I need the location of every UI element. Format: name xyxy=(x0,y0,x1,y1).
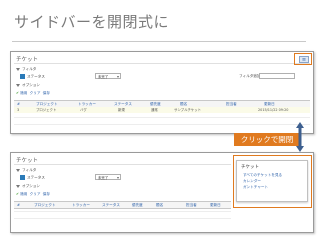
table-header: # プロジェクト トラッカー ステータス 優先度 題名 担当者 更新日 xyxy=(14,201,231,209)
save-link[interactable]: 保存 xyxy=(43,192,50,196)
screenshot-sidebar-closed: チケット ≡ フィルタ ステータス 未完了 フィルタ追加 オプション ✔ 適用 … xyxy=(10,51,314,134)
clear-link[interactable]: クリア xyxy=(30,192,41,196)
expand-icon xyxy=(16,184,20,188)
clear-link[interactable]: クリア xyxy=(30,91,41,95)
cell-project: プロジェクト xyxy=(36,108,57,112)
expand-icon xyxy=(16,168,20,172)
divider xyxy=(14,218,231,219)
column-header[interactable]: 優先度 xyxy=(132,202,143,208)
slide-title: サイドバーを開閉式に xyxy=(14,13,170,31)
double-arrow-icon xyxy=(296,122,304,152)
cell-subject: サンプルチケット xyxy=(174,108,202,112)
query-actions: ✔ 適用 クリア 保存 xyxy=(16,91,50,96)
divider xyxy=(14,211,231,212)
options-toggle[interactable]: オプション xyxy=(16,83,40,88)
cell-id: 3 xyxy=(17,108,20,112)
expand-icon xyxy=(16,83,20,87)
title-divider xyxy=(12,41,306,42)
status-label: ステータス xyxy=(27,74,45,79)
status-checkbox[interactable] xyxy=(20,74,25,79)
divider xyxy=(14,124,310,125)
column-header[interactable]: 題名 xyxy=(156,202,163,208)
save-link[interactable]: 保存 xyxy=(43,91,50,95)
options-label: オプション xyxy=(22,83,40,87)
status-operator-select[interactable]: 未完了 xyxy=(95,73,121,80)
status-operator-value: 未完了 xyxy=(98,75,109,79)
toggle-highlight xyxy=(294,53,312,65)
column-header[interactable]: 更新日 xyxy=(210,202,221,208)
heading-divider xyxy=(14,164,231,165)
callout-label: クリックで開閉 xyxy=(234,133,300,146)
column-header[interactable]: # xyxy=(17,202,20,208)
column-header[interactable]: 担当者 xyxy=(186,202,197,208)
filter-toggle[interactable]: フィルタ xyxy=(16,168,36,173)
apply-link[interactable]: 適用 xyxy=(20,192,27,196)
column-header[interactable]: プロジェクト xyxy=(34,202,56,208)
status-operator-select[interactable]: 未完了 xyxy=(95,174,121,181)
cell-priority: 通常 xyxy=(151,108,158,112)
filter-toggle[interactable]: フィルタ xyxy=(16,67,36,72)
status-filter-row: ステータス xyxy=(20,175,45,181)
options-label: オプション xyxy=(22,184,40,188)
cell-updated: 2015/11/22 09:20 xyxy=(258,108,289,112)
apply-link[interactable]: 適用 xyxy=(20,91,27,95)
sidebar-highlight xyxy=(233,155,312,208)
filter-label: フィルタ xyxy=(22,67,37,71)
status-operator-value: 未完了 xyxy=(98,176,109,180)
query-actions: ✔ 適用 クリア 保存 xyxy=(16,192,50,197)
column-header[interactable]: ステータス xyxy=(102,202,120,208)
status-filter-row: ステータス xyxy=(20,74,45,80)
expand-icon xyxy=(16,67,20,71)
check-icon: ✔ xyxy=(16,91,20,95)
page-heading: チケット xyxy=(16,57,39,63)
column-header[interactable]: トラッカー xyxy=(72,202,90,208)
table-row[interactable]: 3 プロジェクト バグ 新規 通常 サンプルチケット 2015/11/22 09… xyxy=(14,107,310,113)
status-checkbox[interactable] xyxy=(20,175,25,180)
cell-tracker: バグ xyxy=(80,108,87,112)
check-icon: ✔ xyxy=(16,192,20,196)
add-filter-select[interactable] xyxy=(259,73,295,79)
heading-divider xyxy=(14,63,310,64)
options-toggle[interactable]: オプション xyxy=(16,184,40,189)
status-label: ステータス xyxy=(27,175,45,180)
add-filter-label: フィルタ追加 xyxy=(239,74,261,78)
page-heading: チケット xyxy=(16,158,39,164)
cell-status: 新規 xyxy=(118,108,125,112)
filter-label: フィルタ xyxy=(22,168,37,172)
divider xyxy=(14,117,310,118)
